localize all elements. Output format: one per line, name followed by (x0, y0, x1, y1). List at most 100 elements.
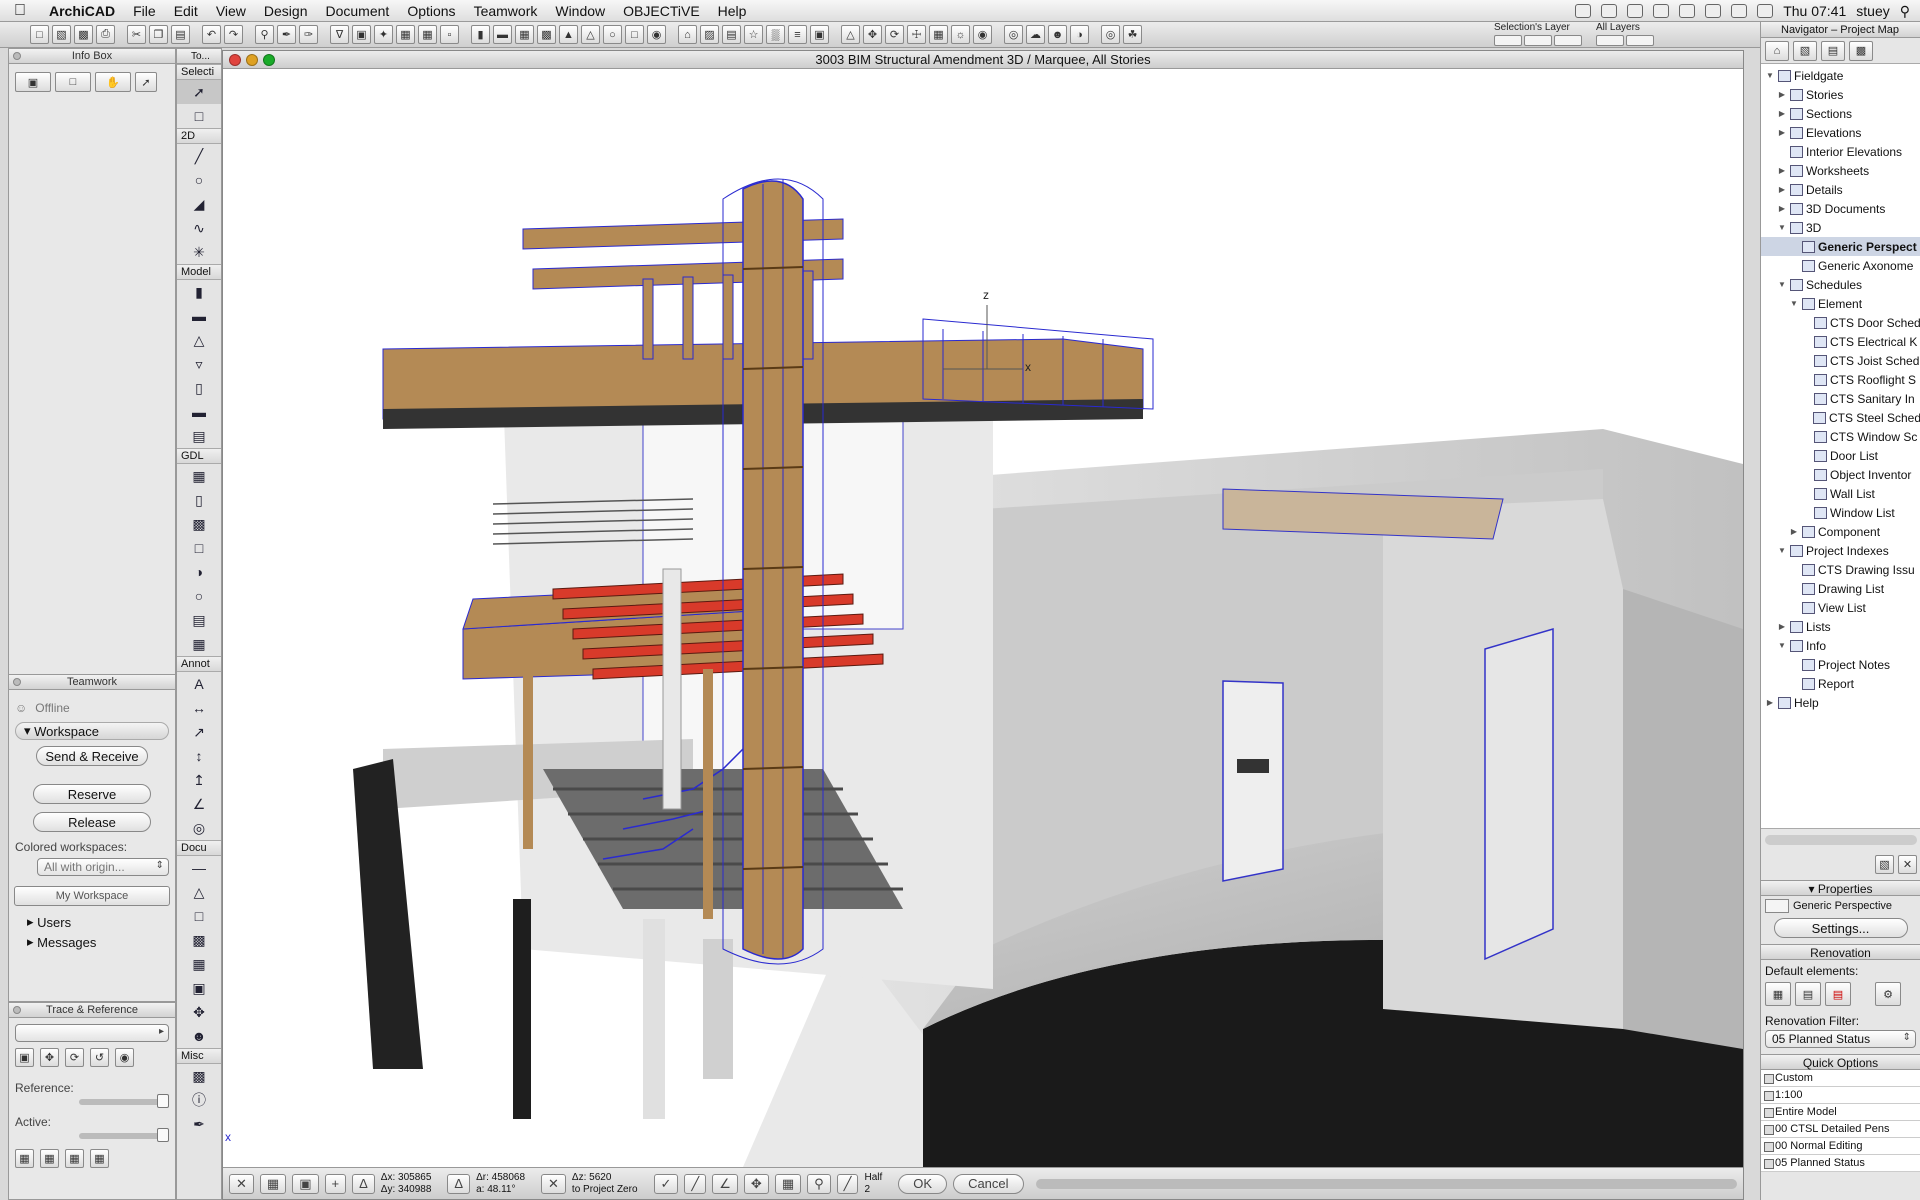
menu-objective[interactable]: OBJECTiVE (614, 0, 709, 22)
tree-item[interactable]: Generic Perspect (1761, 237, 1920, 256)
ruler-icon[interactable]: ▒ (766, 25, 785, 44)
tree-item[interactable]: Drawing List (1761, 579, 1920, 598)
hatch-icon[interactable]: ▦ (515, 25, 534, 44)
roof-tool-icon[interactable]: △ (177, 328, 221, 352)
menu-app[interactable]: ArchiCAD (40, 0, 124, 22)
all-layers-show-button[interactable] (1596, 35, 1624, 46)
cloud-icon[interactable]: ☁ (1026, 25, 1045, 44)
delete-icon[interactable]: ✕ (1898, 855, 1917, 874)
wall-tool-icon[interactable]: ▮ (177, 280, 221, 304)
snap-grid-icon[interactable]: ▦ (774, 1173, 802, 1194)
line-snap-icon[interactable]: ╱ (684, 1173, 707, 1194)
beam-tool-icon[interactable]: ▬ (177, 400, 221, 424)
angle-snap-icon[interactable]: ∠ (712, 1173, 738, 1194)
trace-source-select[interactable]: ▸ (15, 1024, 169, 1042)
tree-item[interactable]: CTS Rooflight S (1761, 370, 1920, 389)
tree-item[interactable]: ▶ Worksheets (1761, 161, 1920, 180)
all-layers-lock-button[interactable] (1626, 35, 1654, 46)
close-icon[interactable] (13, 1006, 21, 1014)
navigator-scrollbar[interactable] (1765, 835, 1917, 845)
refresh-icon[interactable] (1679, 4, 1696, 18)
menu-view[interactable]: View (207, 0, 255, 22)
lamp-tool-icon[interactable]: ○ (177, 584, 221, 608)
tree-item[interactable]: Window List (1761, 503, 1920, 522)
camera-tool-icon[interactable]: ☻ (177, 1024, 221, 1048)
door-tool-icon[interactable]: ▯ (177, 488, 221, 512)
relative-snap-icon[interactable]: ▣ (292, 1173, 319, 1194)
globe-icon[interactable]: ◑ (1070, 25, 1089, 44)
tree-item[interactable]: Generic Axonome (1761, 256, 1920, 275)
pen-tool-icon[interactable]: ✒ (177, 1112, 221, 1136)
cancel-button[interactable]: Cancel (953, 1173, 1024, 1194)
bluetooth-icon[interactable] (1705, 4, 1722, 18)
renovation-settings-icon[interactable]: ⚙ (1875, 982, 1901, 1006)
hotspot-tool-icon[interactable]: ✳ (177, 240, 221, 264)
new-elements-icon[interactable]: ▤ (1825, 982, 1851, 1006)
tree-item[interactable]: Object Inventor (1761, 465, 1920, 484)
users-section[interactable]: ▸ Users (9, 912, 175, 932)
close-icon[interactable] (13, 52, 21, 60)
menu-window[interactable]: Window (546, 0, 614, 22)
settings-button[interactable]: Settings... (1773, 918, 1908, 938)
renovation-filter-select[interactable]: 05 Planned Status ⇕ (1765, 1030, 1916, 1048)
menu-options[interactable]: Options (398, 0, 464, 22)
grid-icon[interactable]: ▦ (418, 25, 437, 44)
trace-option-4-icon[interactable]: ▦ (90, 1149, 109, 1168)
tree-item[interactable]: ▼ Element (1761, 294, 1920, 313)
grid-snap-icon[interactable]: ▦ (259, 1173, 287, 1194)
sel-layer-show-button[interactable] (1494, 35, 1522, 46)
building-icon[interactable]: ▨ (700, 25, 719, 44)
menu-edit[interactable]: Edit (165, 0, 207, 22)
workspace-section[interactable]: ▾ Workspace (15, 722, 169, 740)
tree-item[interactable]: ▶ Lists (1761, 617, 1920, 636)
magic-wand-icon[interactable]: ✦ (374, 25, 393, 44)
my-workspace-button[interactable]: My Workspace (14, 886, 170, 906)
toolbox-group-gdl[interactable]: GDL (177, 448, 221, 464)
plus-icon[interactable]: + (324, 1173, 347, 1194)
tree-item[interactable]: ▼ 3D (1761, 218, 1920, 237)
tree-item[interactable]: CTS Window Sc (1761, 427, 1920, 446)
disclosure-closed-icon[interactable]: ▶ (1789, 527, 1799, 536)
spotlight-icon[interactable]: ⚲ (1900, 3, 1910, 20)
dimension-tool-icon[interactable]: ↔ (177, 696, 221, 720)
book-icon[interactable]: ▤ (722, 25, 741, 44)
section-tool-icon[interactable]: — (177, 856, 221, 880)
stair-tool-icon[interactable]: ▤ (177, 424, 221, 448)
new-folder-icon[interactable]: ▧ (1875, 855, 1894, 874)
shell-tool-icon[interactable]: ▿ (177, 352, 221, 376)
disclosure-closed-icon[interactable]: ▶ (1777, 166, 1787, 175)
syringe-icon[interactable]: ✑ (299, 25, 318, 44)
snap-half[interactable]: Half 2 (864, 1172, 882, 1196)
active-slider[interactable] (79, 1128, 169, 1142)
trace-option-1-icon[interactable]: ▦ (15, 1149, 34, 1168)
project-map-tab-icon[interactable]: ⌂ (1765, 40, 1789, 61)
toolbox-group-selection[interactable]: Selecti (177, 64, 221, 80)
slab-tool-icon[interactable]: ▬ (177, 304, 221, 328)
trace-move-icon[interactable]: ✥ (40, 1048, 59, 1067)
morph-tool-icon[interactable]: ▦ (177, 632, 221, 656)
trace-option-3-icon[interactable]: ▦ (65, 1149, 84, 1168)
curtain-wall-tool-icon[interactable]: ▩ (177, 512, 221, 536)
redo-icon[interactable]: ↷ (224, 25, 243, 44)
change-tool-icon[interactable]: ▦ (177, 952, 221, 976)
slab-icon[interactable]: ▬ (493, 25, 512, 44)
tree-item[interactable]: Wall List (1761, 484, 1920, 503)
tree-item[interactable]: Report (1761, 674, 1920, 693)
delta-icon[interactable]: Δ (352, 1173, 375, 1194)
dropbox-icon[interactable] (1575, 4, 1592, 18)
magnet-icon[interactable]: ⚲ (807, 1173, 831, 1194)
zone-tool-icon[interactable]: ◎ (177, 816, 221, 840)
object-tool-icon[interactable]: □ (177, 536, 221, 560)
window-close-icon[interactable] (229, 54, 241, 66)
ok-button[interactable]: OK (898, 1173, 948, 1194)
worksheet-icon[interactable]: □ (625, 25, 644, 44)
renovation-title[interactable]: Renovation (1761, 944, 1920, 960)
circle-tool-icon[interactable]: ○ (177, 168, 221, 192)
trace-option-2-icon[interactable]: ▦ (40, 1149, 59, 1168)
column-tool-icon[interactable]: ▯ (177, 376, 221, 400)
wifi-icon[interactable] (1731, 4, 1748, 18)
layout-book-tab-icon[interactable]: ▤ (1821, 40, 1845, 61)
section-icon[interactable]: ▲ (559, 25, 578, 44)
tree-item[interactable]: ▶ 3D Documents (1761, 199, 1920, 218)
time-machine-icon[interactable] (1653, 4, 1670, 18)
